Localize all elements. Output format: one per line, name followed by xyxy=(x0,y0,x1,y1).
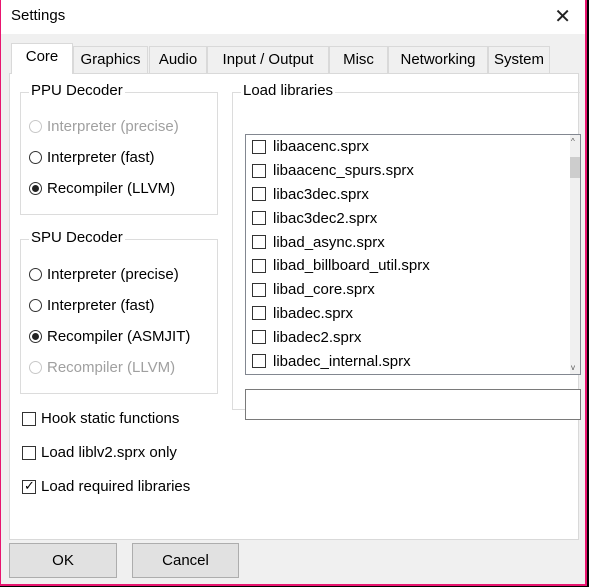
library-name: libadec.sprx xyxy=(273,304,354,322)
library-name: libad_async.sprx xyxy=(273,233,385,251)
tab-system[interactable]: System xyxy=(488,46,550,73)
spu-option-radio[interactable]: Interpreter (precise) xyxy=(29,266,179,283)
scrollbar-thumb[interactable] xyxy=(570,157,580,178)
ppu-decoder-label: PPU Decoder xyxy=(29,82,125,99)
settings-window: Settings ✕ Core Graphics Audio Input / Outp… xyxy=(0,0,587,586)
library-list-item[interactable]: libadec2.sprx xyxy=(246,325,580,349)
ppu-option-radio[interactable]: Interpreter (fast) xyxy=(29,149,155,166)
checkbox-1[interactable]: Load liblv2.sprx only xyxy=(22,444,177,461)
library-list-item[interactable]: libadec_internal.sprx xyxy=(246,349,580,373)
radio-button-icon xyxy=(29,268,42,281)
checkbox-icon[interactable] xyxy=(252,139,266,154)
radio-button-icon xyxy=(29,330,42,343)
library-list-item[interactable]: libaacenc_spurs.sprx xyxy=(246,159,580,183)
library-name: libad_core.sprx xyxy=(273,281,375,299)
tab-core[interactable]: Core xyxy=(11,43,73,74)
checkbox-icon xyxy=(22,411,36,426)
tab-audio[interactable]: Audio xyxy=(149,46,207,73)
library-name: libadec_internal.sprx xyxy=(273,352,411,370)
tab-label: System xyxy=(493,51,544,68)
library-name: libaacenc_spurs.sprx xyxy=(273,162,414,180)
radio-button-icon xyxy=(29,182,42,195)
library-name: libadec2.sprx xyxy=(273,328,362,346)
library-list-item[interactable]: libad_async.sprx xyxy=(246,230,580,254)
ppu-option-radio[interactable]: Interpreter (precise) xyxy=(29,118,179,135)
load-libraries-label: Load libraries xyxy=(241,82,336,99)
radio-label: Recompiler (LLVM) xyxy=(47,180,176,197)
libraries-search-input[interactable] xyxy=(245,389,581,420)
spu-decoder-group: SPU Decoder Interpreter (precise) Interpr… xyxy=(20,229,218,394)
window-title: Settings xyxy=(11,7,66,24)
checkbox-icon[interactable] xyxy=(252,235,266,250)
radio-label: Recompiler (LLVM) xyxy=(47,359,176,376)
checkbox-icon[interactable] xyxy=(252,282,266,297)
cancel-button[interactable]: Cancel xyxy=(132,543,239,578)
checkbox-2[interactable]: ✓ Load required libraries xyxy=(22,478,190,495)
tab-panel-core: PPU Decoder Interpreter (precise) Interpr… xyxy=(9,73,581,540)
tab-label: Misc xyxy=(343,51,374,68)
scroll-down-icon[interactable]: v xyxy=(571,363,575,372)
radio-button-icon xyxy=(29,361,42,374)
library-list-item[interactable]: libac3dec2.sprx xyxy=(246,206,580,230)
library-list-item[interactable]: libadec.sprx xyxy=(246,302,580,326)
checkbox-icon xyxy=(22,445,36,460)
checkbox-icon[interactable] xyxy=(252,163,266,178)
checkbox-icon[interactable] xyxy=(252,330,266,345)
radio-label: Interpreter (fast) xyxy=(47,149,155,166)
library-name: libac3dec.sprx xyxy=(273,185,369,203)
ok-button[interactable]: OK xyxy=(9,543,117,578)
title-bar: Settings ✕ xyxy=(1,0,585,34)
library-list-item[interactable]: libad_core.sprx xyxy=(246,278,580,302)
checkbox-icon[interactable] xyxy=(252,354,266,369)
checkbox-icon[interactable] xyxy=(252,187,266,202)
scroll-up-icon[interactable]: ^ xyxy=(571,137,575,146)
libraries-scrollbar[interactable]: ^ v xyxy=(570,135,580,374)
spu-option-radio[interactable]: Recompiler (ASMJIT) xyxy=(29,328,190,345)
radio-button-icon xyxy=(29,120,42,133)
radio-button-icon xyxy=(29,299,42,312)
radio-label: Recompiler (ASMJIT) xyxy=(47,328,191,345)
close-icon[interactable]: ✕ xyxy=(554,4,571,29)
radio-label: Interpreter (fast) xyxy=(47,297,155,314)
load-libraries-group: Load libraries libaacenc.sprx libaacenc_s… xyxy=(232,82,581,420)
radio-label: Interpreter (precise) xyxy=(47,118,179,135)
library-list-item[interactable]: libad_billboard_util.sprx xyxy=(246,254,580,278)
checkbox-icon[interactable] xyxy=(252,306,266,321)
library-name: libaacenc.sprx xyxy=(273,138,369,156)
library-name: libad_billboard_util.sprx xyxy=(273,257,430,275)
library-list-item[interactable]: libaacenc.sprx xyxy=(246,135,580,159)
tab-graphics[interactable]: Graphics xyxy=(73,46,148,73)
checkbox-icon[interactable] xyxy=(252,211,266,226)
checkbox-icon: ✓ xyxy=(22,477,36,494)
spu-option-radio[interactable]: Recompiler (LLVM) xyxy=(29,359,175,376)
checkbox-0[interactable]: Hook static functions xyxy=(22,410,179,427)
checkbox-label: Hook static functions xyxy=(41,410,180,427)
library-list-item[interactable]: libac3dec.sprx xyxy=(246,183,580,207)
radio-label: Interpreter (precise) xyxy=(47,266,179,283)
libraries-list[interactable]: libaacenc.sprx libaacenc_spurs.sprx libac3… xyxy=(245,134,581,375)
checkbox-icon[interactable] xyxy=(252,258,266,273)
tab-label: Audio xyxy=(158,51,198,68)
ppu-option-radio[interactable]: Recompiler (LLVM) xyxy=(29,180,175,197)
ppu-decoder-group: PPU Decoder Interpreter (precise) Interpr… xyxy=(20,82,218,215)
library-name: libac3dec2.sprx xyxy=(273,209,378,227)
tab-label: Graphics xyxy=(80,51,141,68)
tab-label: Networking xyxy=(400,51,476,68)
tab-label: Core xyxy=(25,48,59,65)
tab-networking[interactable]: Networking xyxy=(388,46,488,73)
tab-label: Input / Output xyxy=(222,51,314,68)
checkbox-label: Load liblv2.sprx only xyxy=(41,444,177,461)
checkbox-label: Load required libraries xyxy=(41,478,191,495)
tab-misc[interactable]: Misc xyxy=(329,46,388,73)
radio-button-icon xyxy=(29,151,42,164)
spu-decoder-label: SPU Decoder xyxy=(29,229,125,246)
tab-input-output[interactable]: Input / Output xyxy=(207,46,329,73)
spu-option-radio[interactable]: Interpreter (fast) xyxy=(29,297,155,314)
